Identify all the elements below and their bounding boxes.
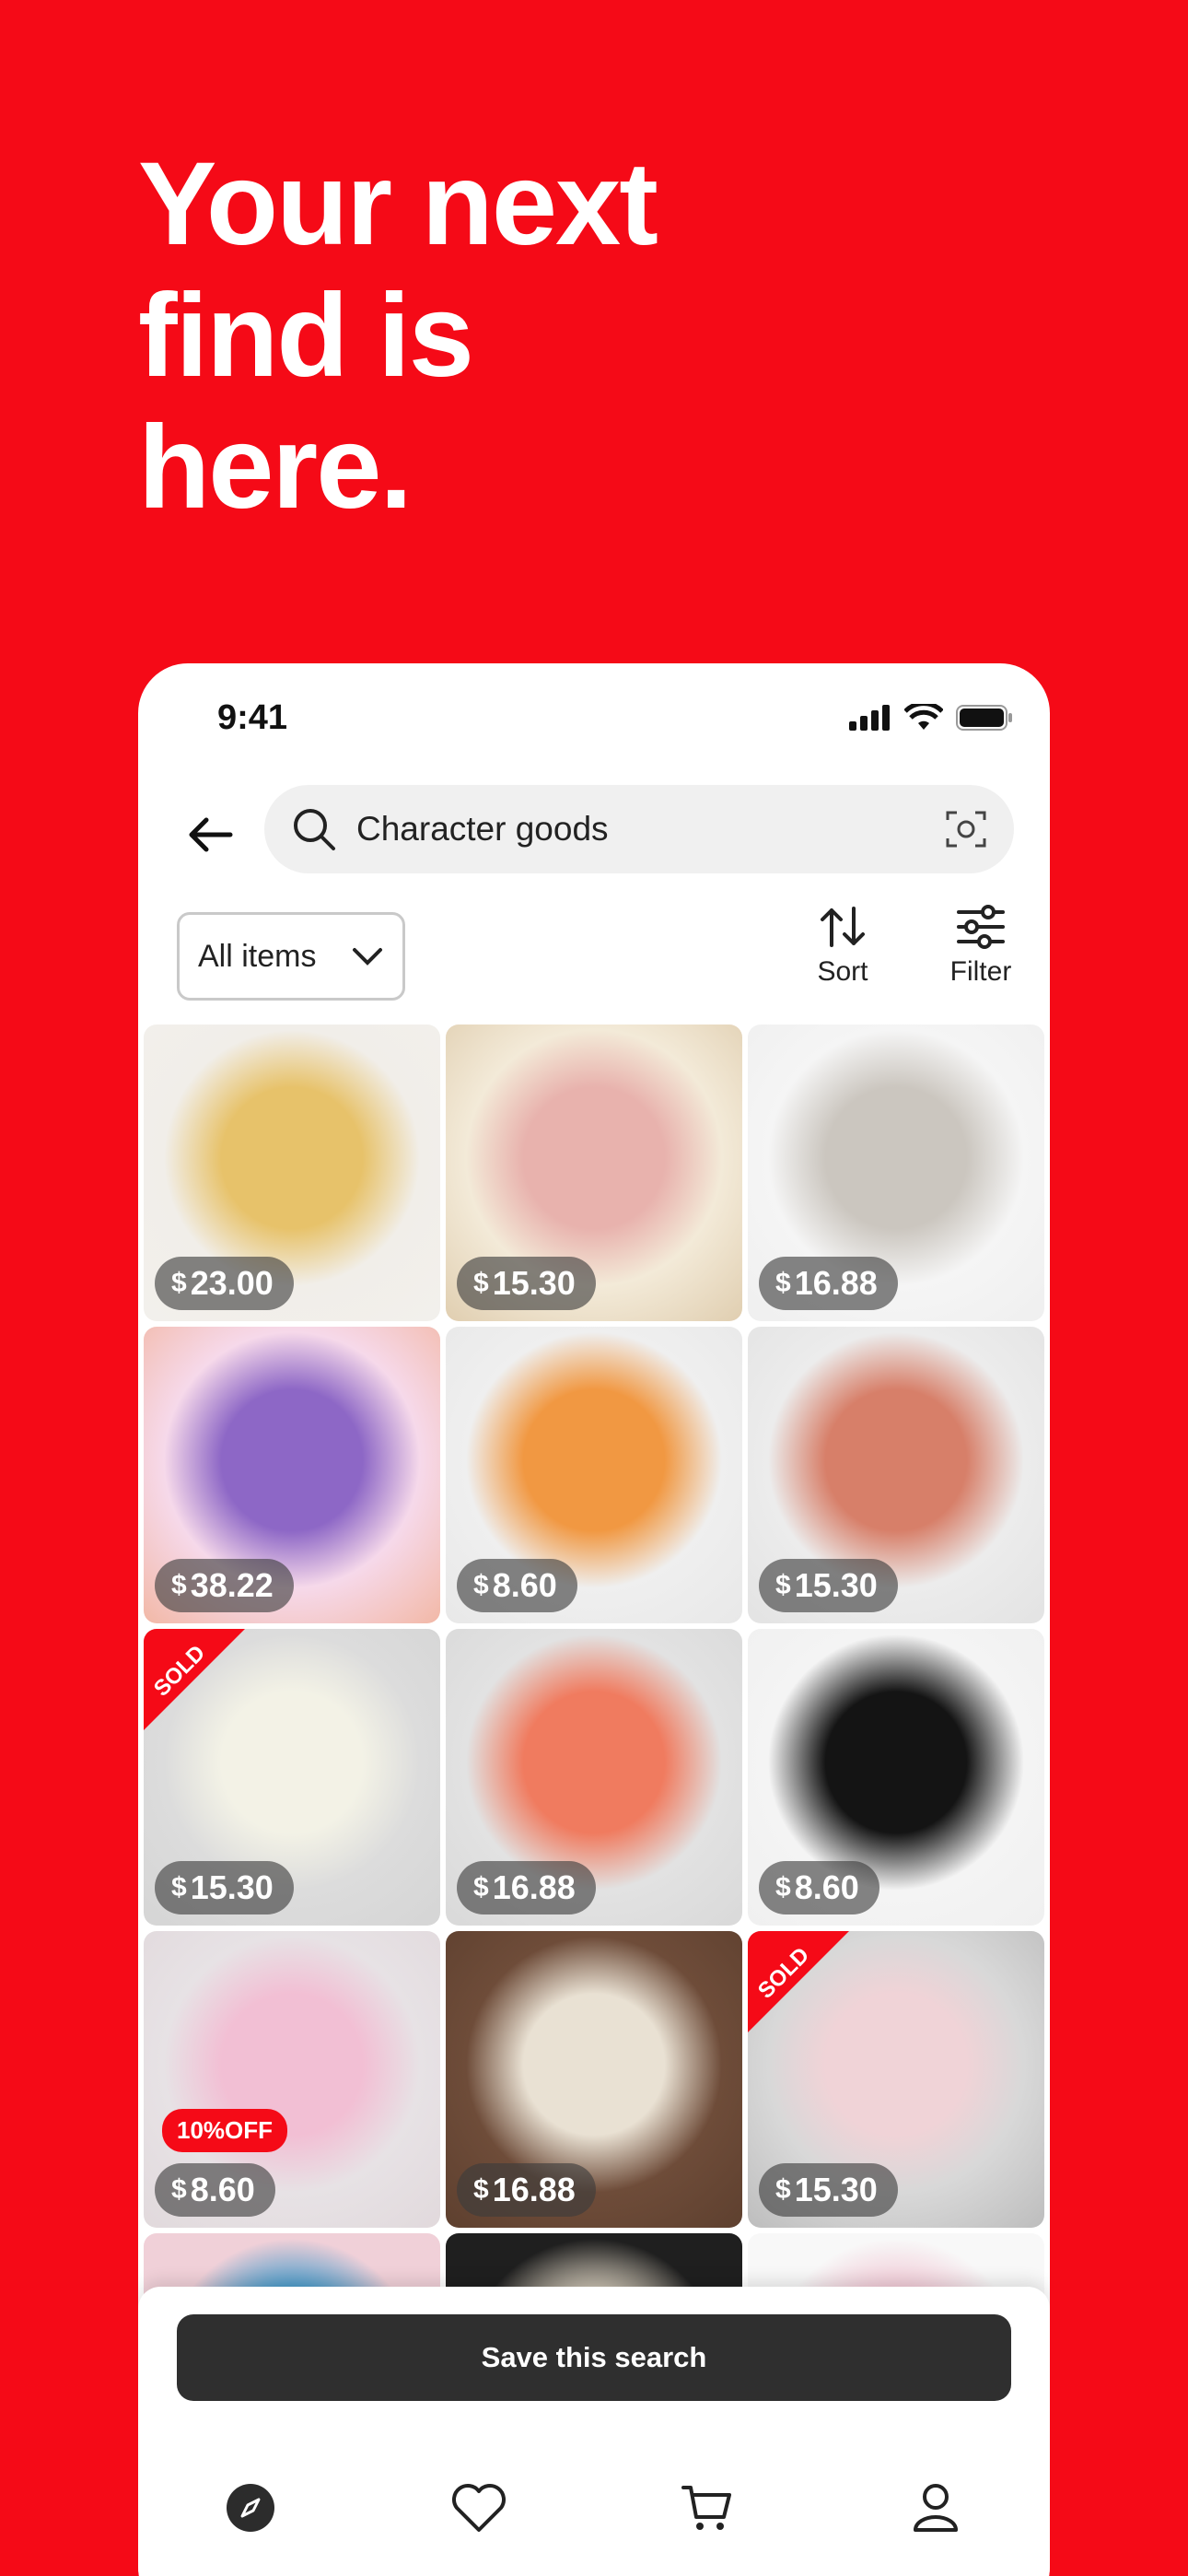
bottom-sheet: Save this search: [138, 2287, 1050, 2576]
filter-label: Filter: [949, 956, 1012, 987]
currency-symbol: $: [775, 1268, 791, 1298]
currency-symbol: $: [473, 1570, 489, 1600]
price-value: 8.60: [794, 1868, 859, 1906]
compass-icon: [227, 2484, 274, 2532]
product-tile[interactable]: $16.88: [748, 1025, 1044, 1321]
price-value: 38.22: [190, 1566, 274, 1604]
price-tag: $16.88: [759, 1257, 898, 1310]
status-time: 9:41: [217, 698, 288, 737]
tab-profile[interactable]: [899, 2471, 973, 2545]
price-tag: $15.30: [759, 1559, 898, 1612]
price-value: 15.30: [794, 1566, 878, 1604]
price-value: 15.30: [794, 2171, 878, 2208]
product-tile[interactable]: $8.60: [748, 1629, 1044, 1926]
tab-bar: [138, 2443, 1050, 2572]
price-value: 15.30: [492, 1264, 576, 1302]
currency-symbol: $: [473, 1872, 489, 1903]
product-tile[interactable]: 10%OFF $8.60: [144, 1931, 440, 2228]
price-value: 8.60: [492, 1566, 557, 1604]
currency-symbol: $: [775, 1570, 791, 1600]
headline-line-1: Your next: [138, 138, 658, 270]
wifi-icon: [904, 704, 943, 730]
battery-icon: [956, 705, 1012, 731]
filter-button[interactable]: Filter: [930, 905, 1031, 988]
price-value: 16.88: [492, 1868, 576, 1906]
price-value: 16.88: [794, 1264, 878, 1302]
price-tag: $8.60: [457, 1559, 577, 1612]
back-button[interactable]: [177, 802, 243, 868]
search-query: Character goods: [356, 810, 609, 848]
currency-symbol: $: [171, 1268, 187, 1298]
price-tag: $38.22: [155, 1559, 294, 1612]
cart-icon: [681, 2486, 731, 2530]
price-tag: $15.30: [457, 1257, 596, 1310]
product-tile[interactable]: $15.30: [446, 1025, 742, 1321]
sold-label: SOLD: [752, 1942, 815, 2004]
currency-symbol: $: [775, 1872, 791, 1903]
sort-icon: [821, 907, 865, 947]
filter-sliders-icon: [957, 905, 1005, 949]
product-tile[interactable]: $38.22: [144, 1327, 440, 1623]
currency-symbol: $: [473, 1268, 489, 1298]
sold-label: SOLD: [148, 1640, 211, 1702]
currency-symbol: $: [473, 2174, 489, 2205]
phone-frame: 9:41 Character goods All items Sort Filt…: [138, 663, 1050, 2576]
status-bar: 9:41: [138, 663, 1050, 774]
sort-label: Sort: [817, 956, 868, 987]
camera-scan-icon[interactable]: [944, 807, 988, 851]
price-value: 8.60: [190, 2171, 255, 2208]
profile-icon: [914, 2484, 958, 2532]
headline-line-2: find is: [138, 270, 474, 402]
discount-badge: 10%OFF: [162, 2109, 288, 2152]
signal-icon: [849, 705, 890, 731]
chevron-down-icon: [353, 948, 382, 966]
all-items-label: All items: [198, 938, 317, 974]
price-tag: $8.60: [155, 2163, 275, 2217]
save-search-button[interactable]: Save this search: [177, 2314, 1011, 2401]
product-tile[interactable]: $15.30: [748, 1327, 1044, 1623]
currency-symbol: $: [171, 2174, 187, 2205]
status-icons: [849, 704, 1013, 732]
heart-icon: [452, 2484, 506, 2532]
price-tag: $8.60: [759, 1861, 879, 1914]
price-tag: $15.30: [759, 2163, 898, 2217]
tab-favorites[interactable]: [442, 2471, 516, 2545]
tab-home[interactable]: [214, 2471, 287, 2545]
product-tile[interactable]: $16.88: [446, 1629, 742, 1926]
price-value: 16.88: [492, 2171, 576, 2208]
sold-ribbon: SOLD: [144, 1629, 245, 1730]
currency-symbol: $: [171, 1872, 187, 1903]
product-tile[interactable]: $8.60: [446, 1327, 742, 1623]
hero-headline: Your next find is here.: [138, 138, 875, 533]
product-tile[interactable]: $23.00: [144, 1025, 440, 1321]
sort-button[interactable]: Sort: [792, 905, 893, 988]
currency-symbol: $: [775, 2174, 791, 2205]
headline-line-3: here.: [138, 402, 413, 533]
price-value: 15.30: [190, 1868, 274, 1906]
sold-ribbon: SOLD: [748, 1931, 849, 2032]
price-value: 23.00: [190, 1264, 274, 1302]
search-input[interactable]: Character goods: [264, 785, 1014, 873]
tab-cart[interactable]: [670, 2471, 744, 2545]
back-arrow-icon: [189, 817, 233, 852]
price-tag: $23.00: [155, 1257, 294, 1310]
price-tag: $16.88: [457, 1861, 596, 1914]
price-tag: $16.88: [457, 2163, 596, 2217]
product-tile[interactable]: SOLD $15.30: [748, 1931, 1044, 2228]
currency-symbol: $: [171, 1570, 187, 1600]
search-icon: [294, 809, 335, 850]
product-tile[interactable]: $16.88: [446, 1931, 742, 2228]
price-tag: $15.30: [155, 1861, 294, 1914]
product-tile[interactable]: SOLD $15.30: [144, 1629, 440, 1926]
all-items-dropdown[interactable]: All items: [177, 912, 405, 1001]
